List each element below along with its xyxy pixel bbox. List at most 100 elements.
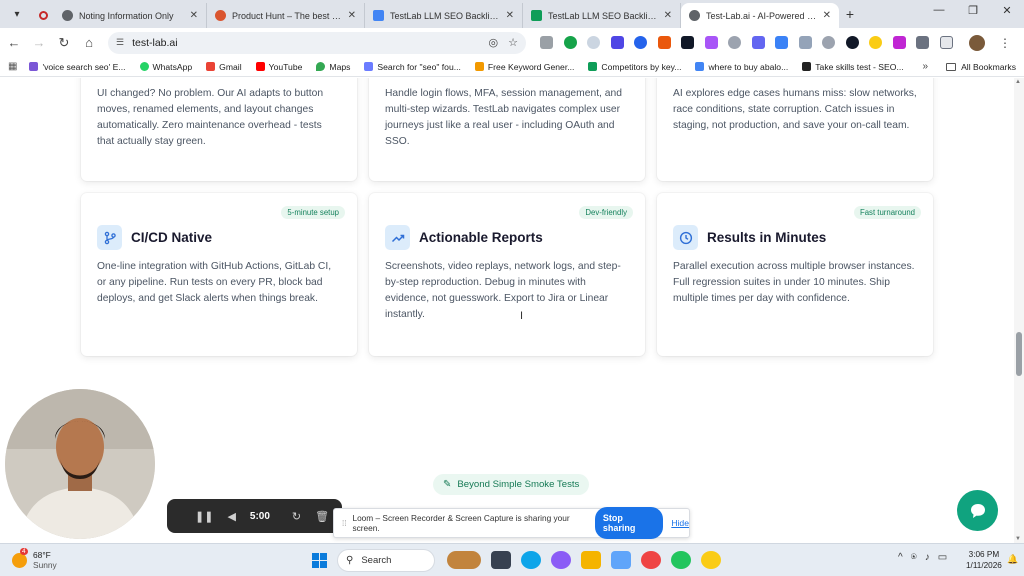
card-description: Parallel execution across multiple brows… [673,261,915,304]
extension-icon[interactable] [563,36,577,49]
bookmark-item[interactable]: where to buy abalo... [695,62,788,72]
system-clock[interactable]: 3:06 PM 1/11/2026 [966,550,1002,571]
recording-timer: 5:00 [249,510,270,522]
new-tab-icon[interactable]: + [839,3,861,25]
all-bookmarks-button[interactable]: All Bookmarks [946,62,1016,72]
feature-card-edge-cases: AI explores edge cases humans miss: slow… [657,78,933,181]
chat-button[interactable] [957,490,998,531]
chrome-icon[interactable] [671,551,691,569]
minimize-icon[interactable]: — [922,4,956,17]
stop-sharing-button[interactable]: Stop sharing [594,507,664,539]
more-menu-icon[interactable]: ⋮ [999,36,1011,50]
window-close-icon[interactable]: ✕ [990,4,1024,17]
tab-3[interactable]: TestLab LLM SEO Backlink Deta ✕ [365,3,523,28]
tab-4[interactable]: TestLab LLM SEO Backlink - Go ✕ [523,3,681,28]
tab-recording[interactable] [32,3,54,28]
puzzle-extensions-icon[interactable] [916,36,929,49]
profile-avatar[interactable] [969,34,985,51]
drag-handle-icon[interactable]: ⁞⁞ [342,519,346,528]
bookmark-item[interactable]: Free Keyword Gener... [474,62,574,72]
windows-start-icon[interactable] [312,553,327,568]
tab-2[interactable]: Product Hunt – The best new p ✕ [207,3,365,28]
tab-close-icon[interactable]: ✕ [664,10,672,21]
address-bar[interactable]: ☰ test-lab.ai ◎ ☆ [108,31,526,54]
extension-icon[interactable] [845,36,859,49]
extension-icon[interactable] [892,36,906,49]
extension-icon[interactable] [728,36,741,49]
extension-icon[interactable] [657,36,671,49]
tab-5-active[interactable]: Test-Lab.ai - AI-Powered Qualit ✕ [681,3,839,28]
pause-icon[interactable]: ❚❚ [195,510,213,523]
tray-overflow-icon[interactable]: ^ [898,552,903,563]
forward-icon[interactable]: → [28,32,50,54]
sidepanel-icon[interactable] [939,36,953,49]
notification-bell-icon[interactable]: 🔔 [1007,554,1018,565]
chrome-icon[interactable] [701,551,721,569]
scroll-thumb[interactable] [1016,332,1022,376]
reload-icon[interactable]: ↻ [53,32,75,54]
hide-link[interactable]: Hide [671,518,689,528]
weather-widget[interactable]: 4 68°F Sunny [12,547,57,570]
bookmark-item[interactable]: YouTube [255,62,302,72]
fast-turnaround-badge: Fast turnaround [853,206,921,219]
page-scrollbar[interactable]: ▲ ▼ [1014,78,1024,543]
bookmark-label: 'voice search seo' E... [42,61,126,72]
widget-app-icon[interactable] [447,551,481,569]
bookmark-item[interactable]: Take skills test - SEO... [802,62,904,72]
apps-grid-icon[interactable]: ▦ [8,61,17,72]
task-view-icon[interactable] [491,551,511,569]
extension-icon[interactable] [822,36,835,49]
translate-extension-icon[interactable] [610,36,624,49]
chat-bubble-icon [970,503,985,518]
bookmark-star-icon[interactable]: ☆ [508,36,518,49]
tab-close-icon[interactable]: ✕ [348,10,356,21]
file-explorer-icon[interactable] [581,551,601,569]
copilot-icon[interactable] [551,551,571,569]
back-icon[interactable]: ← [3,32,25,54]
eye-off-icon[interactable]: ◎ [489,36,499,49]
url-text: test-lab.ai [132,36,178,49]
webcam-bubble[interactable] [5,389,155,539]
loom-recording-controls: ❚❚ ◀ 5:00 ↻ 🗑 [167,499,342,533]
edge-icon[interactable] [521,551,541,569]
bookmark-item[interactable]: WhatsApp [139,62,192,72]
tab-close-icon[interactable]: ✕ [190,10,198,21]
speech-icon[interactable]: ⍟ [911,552,917,563]
maximize-icon[interactable]: ❐ [956,4,990,17]
bookmark-item[interactable]: Maps [316,62,350,72]
extension-icon[interactable] [751,36,765,49]
tab-close-icon[interactable]: ✕ [506,10,514,21]
volume-icon[interactable]: ♪ [925,552,930,563]
tab-favicon-icon [62,10,73,21]
tab-search-icon[interactable]: ▾ [6,3,28,25]
site-info-icon[interactable]: ☰ [116,37,124,48]
extension-icon[interactable] [704,36,718,49]
scroll-down-icon[interactable]: ▼ [1015,536,1021,542]
tab-1[interactable]: Noting Information Only ✕ [54,3,207,28]
bookmark-item[interactable]: 'voice search seo' E... [29,61,126,72]
scroll-up-icon[interactable]: ▲ [1015,79,1021,85]
restart-icon[interactable]: ↻ [292,510,301,523]
extension-icon[interactable] [775,36,788,49]
bookmark-item[interactable]: Gmail [206,62,242,72]
chrome-icon[interactable] [641,551,661,569]
battery-icon[interactable]: ▭ [938,552,947,563]
extension-icon[interactable] [634,36,647,49]
mute-icon[interactable]: ◀ [227,510,235,523]
pen-extension-icon[interactable] [681,36,694,49]
extension-icon[interactable] [869,36,882,49]
tab-close-icon[interactable]: ✕ [823,10,831,21]
temperature: 68°F [33,550,51,560]
bookmark-item[interactable]: Competitors by key... [588,62,681,72]
bookmarks-overflow-icon[interactable]: » [922,61,928,72]
extension-icon[interactable] [587,36,600,49]
bookmark-favicon-icon [29,62,39,71]
camera-extension-icon[interactable] [540,36,553,49]
delete-icon[interactable]: 🗑 [315,510,329,523]
taskbar-search[interactable]: ⚲ Search [337,549,435,572]
bookmark-favicon-icon [474,62,484,71]
home-icon[interactable]: ⌂ [78,32,100,54]
app-icon[interactable] [611,551,631,569]
bookmark-item[interactable]: Search for "seo" fou... [364,62,461,72]
extension-icon[interactable] [798,36,812,49]
